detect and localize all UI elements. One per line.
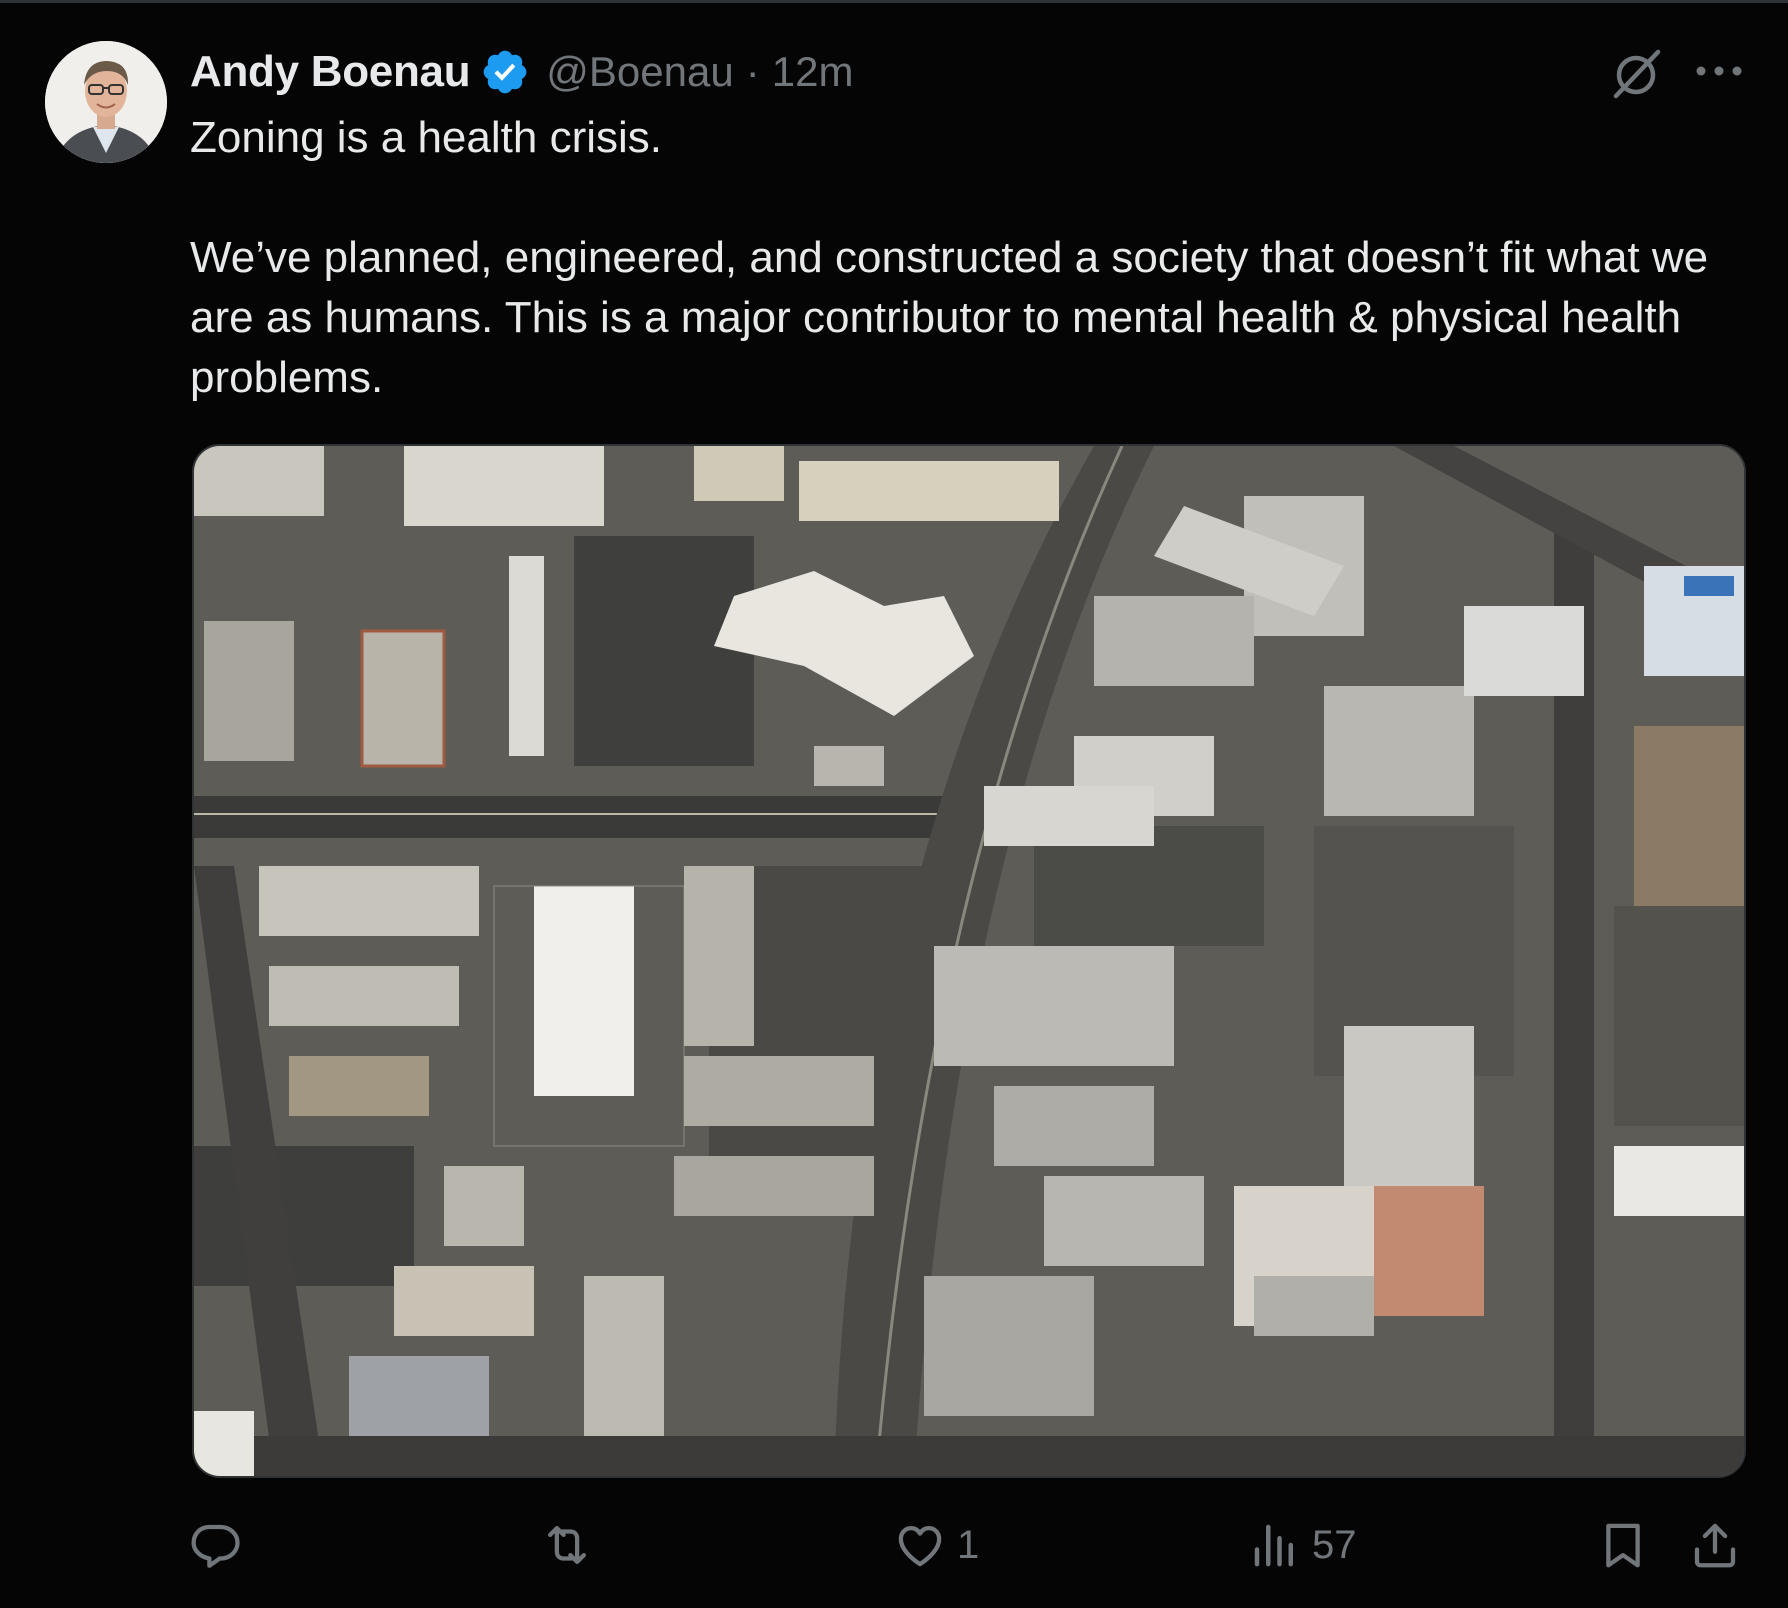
tweet-paragraph: Zoning is a health crisis. [190,113,662,162]
share-icon [1688,1518,1742,1572]
bookmark-icon [1596,1518,1650,1572]
author-handle[interactable]: @Boenau [546,48,733,96]
views-count: 57 [1312,1522,1357,1567]
reply-button[interactable] [188,1510,252,1580]
avatar-image [45,41,167,163]
author-name[interactable]: Andy Boenau [190,47,471,97]
repost-button[interactable] [540,1510,604,1580]
like-button[interactable]: 1 [893,1510,979,1580]
like-icon [893,1518,947,1572]
reply-icon [188,1518,242,1572]
like-count: 1 [957,1522,980,1567]
more-icon[interactable] [1692,52,1746,90]
tweet-header: Andy Boenau @Boenau · 12m [190,44,853,100]
timestamp[interactable]: 12m [772,48,854,96]
separator-dot: · [745,48,760,95]
views-button[interactable]: 57 [1248,1510,1357,1580]
views-icon [1248,1518,1302,1572]
share-button[interactable] [1688,1510,1742,1580]
tweet-media-image[interactable] [192,444,1746,1478]
grok-icon[interactable] [1606,44,1666,104]
tweet-text: Zoning is a health crisis. We’ve planned… [190,108,1750,408]
tweet-paragraph: We’ve planned, engineered, and construct… [190,233,1709,402]
repost-icon [540,1518,594,1572]
aerial-photo [194,446,1744,1476]
tweet[interactable]: Andy Boenau @Boenau · 12m Zoning is a he… [0,0,1788,1608]
bookmark-button[interactable] [1596,1510,1650,1580]
verified-badge-icon[interactable] [480,47,530,97]
action-bar: 1 57 [0,1510,1788,1580]
avatar[interactable] [45,41,167,163]
